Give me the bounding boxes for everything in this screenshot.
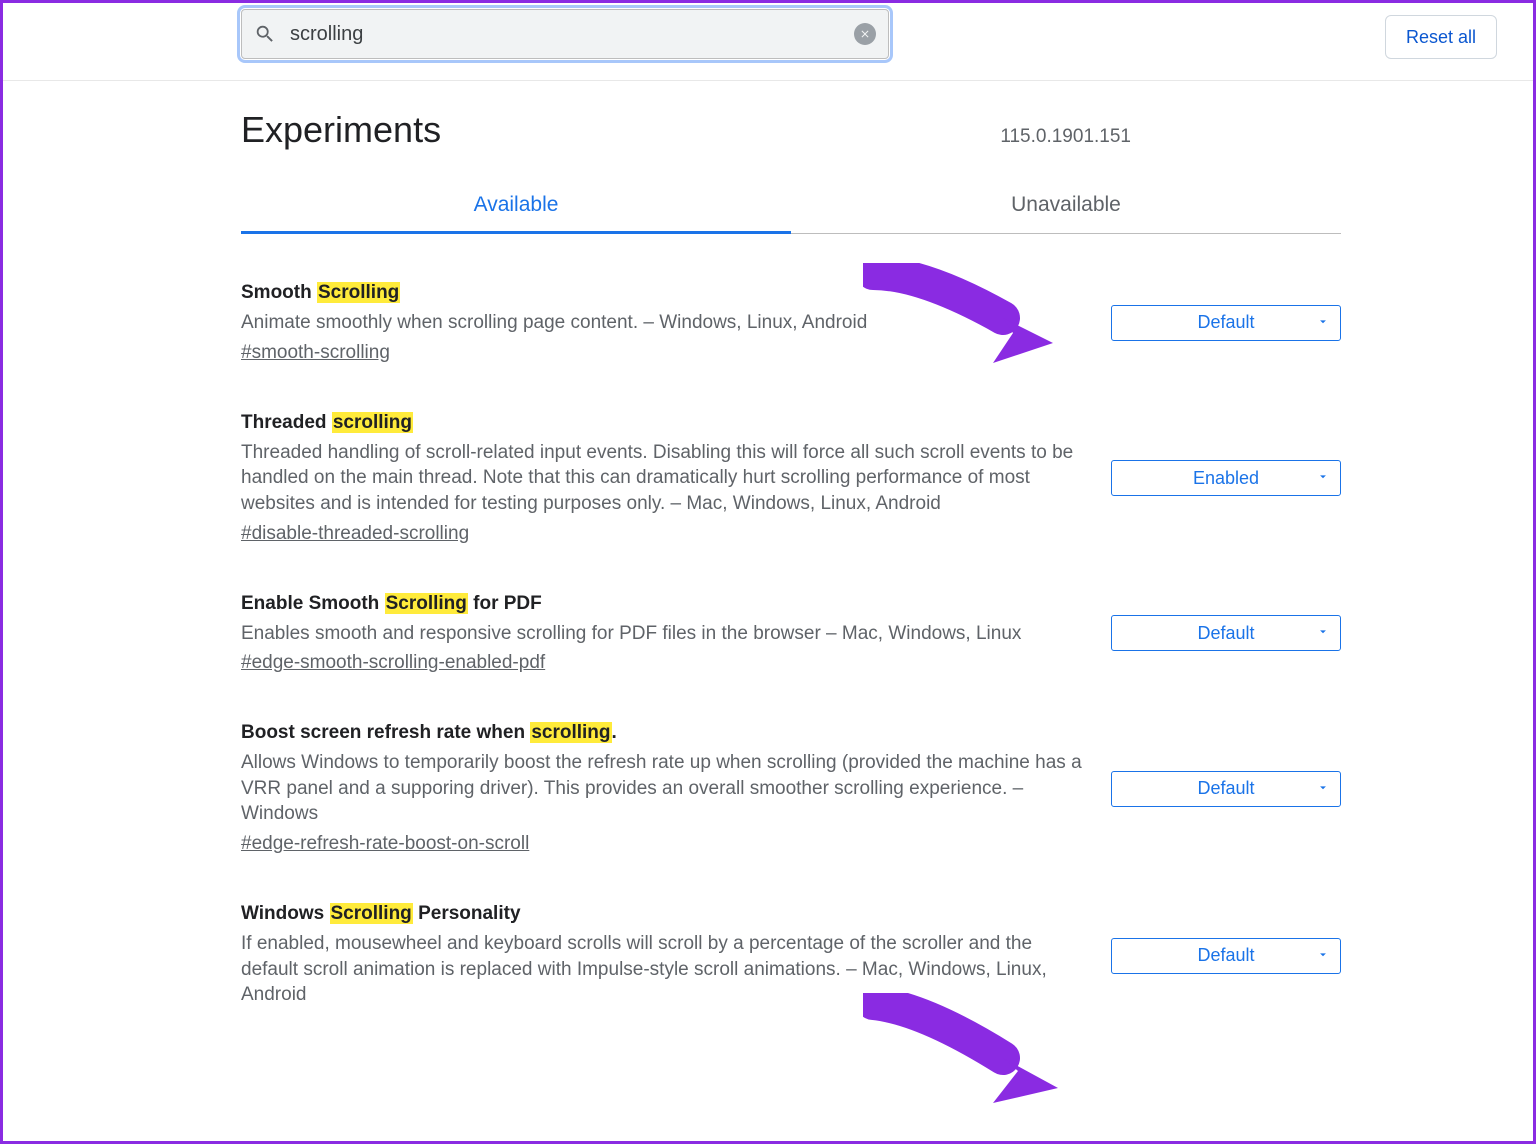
flag-anchor-link[interactable]: #edge-refresh-rate-boost-on-scroll	[241, 833, 529, 855]
highlight: Scrolling	[317, 282, 400, 303]
flag-select[interactable]: Enabled	[1111, 460, 1341, 496]
flag-description: Enables smooth and responsive scrolling …	[241, 621, 1091, 647]
chevron-down-icon	[1316, 312, 1330, 333]
flag-anchor-link[interactable]: #smooth-scrolling	[241, 342, 390, 364]
flag-title: Smooth Scrolling	[241, 282, 1091, 304]
search-box[interactable]	[241, 9, 889, 59]
flag-row: Windows Scrolling Personality If enabled…	[241, 903, 1341, 1008]
flag-select-value: Default	[1197, 778, 1254, 799]
clear-search-button[interactable]	[854, 23, 876, 45]
flag-description: Threaded handling of scroll-related inpu…	[241, 440, 1091, 517]
content: Experiments 115.0.1901.151 Available Una…	[241, 81, 1341, 1008]
flag-select[interactable]: Default	[1111, 615, 1341, 651]
flag-row: Enable Smooth Scrolling for PDF Enables …	[241, 593, 1341, 675]
highlight: Scrolling	[385, 593, 468, 614]
top-bar: Reset all	[3, 3, 1533, 81]
flag-title: Enable Smooth Scrolling for PDF	[241, 593, 1091, 615]
close-icon	[859, 28, 871, 40]
chevron-down-icon	[1316, 468, 1330, 489]
version-text: 115.0.1901.151	[1000, 126, 1131, 148]
flag-select-value: Default	[1197, 312, 1254, 333]
search-input[interactable]	[276, 23, 854, 46]
flag-select[interactable]: Default	[1111, 305, 1341, 341]
flag-select-value: Enabled	[1193, 468, 1259, 489]
reset-all-button[interactable]: Reset all	[1385, 15, 1497, 59]
chevron-down-icon	[1316, 778, 1330, 799]
page-title: Experiments	[241, 109, 441, 151]
flag-select-value: Default	[1197, 945, 1254, 966]
flag-title: Windows Scrolling Personality	[241, 903, 1091, 925]
highlight: scrolling	[530, 722, 611, 743]
highlight: scrolling	[332, 412, 413, 433]
flag-row: Smooth Scrolling Animate smoothly when s…	[241, 282, 1341, 364]
flag-description: Animate smoothly when scrolling page con…	[241, 310, 1091, 336]
tab-unavailable[interactable]: Unavailable	[791, 193, 1341, 233]
search-icon	[254, 23, 276, 45]
chevron-down-icon	[1316, 945, 1330, 966]
flag-title: Threaded scrolling	[241, 412, 1091, 434]
tab-available[interactable]: Available	[241, 193, 791, 234]
chevron-down-icon	[1316, 623, 1330, 644]
flag-select[interactable]: Default	[1111, 771, 1341, 807]
flag-description: Allows Windows to temporarily boost the …	[241, 750, 1091, 827]
highlight: Scrolling	[330, 903, 413, 924]
flag-select[interactable]: Default	[1111, 938, 1341, 974]
flag-title: Boost screen refresh rate when scrolling…	[241, 722, 1091, 744]
flag-description: If enabled, mousewheel and keyboard scro…	[241, 931, 1091, 1008]
flag-row: Boost screen refresh rate when scrolling…	[241, 722, 1341, 855]
flag-row: Threaded scrolling Threaded handling of …	[241, 412, 1341, 545]
flag-anchor-link[interactable]: #edge-smooth-scrolling-enabled-pdf	[241, 652, 545, 674]
annotation-arrow	[863, 993, 1063, 1123]
flag-select-value: Default	[1197, 623, 1254, 644]
tabs: Available Unavailable	[241, 193, 1341, 234]
flag-anchor-link[interactable]: #disable-threaded-scrolling	[241, 523, 469, 545]
